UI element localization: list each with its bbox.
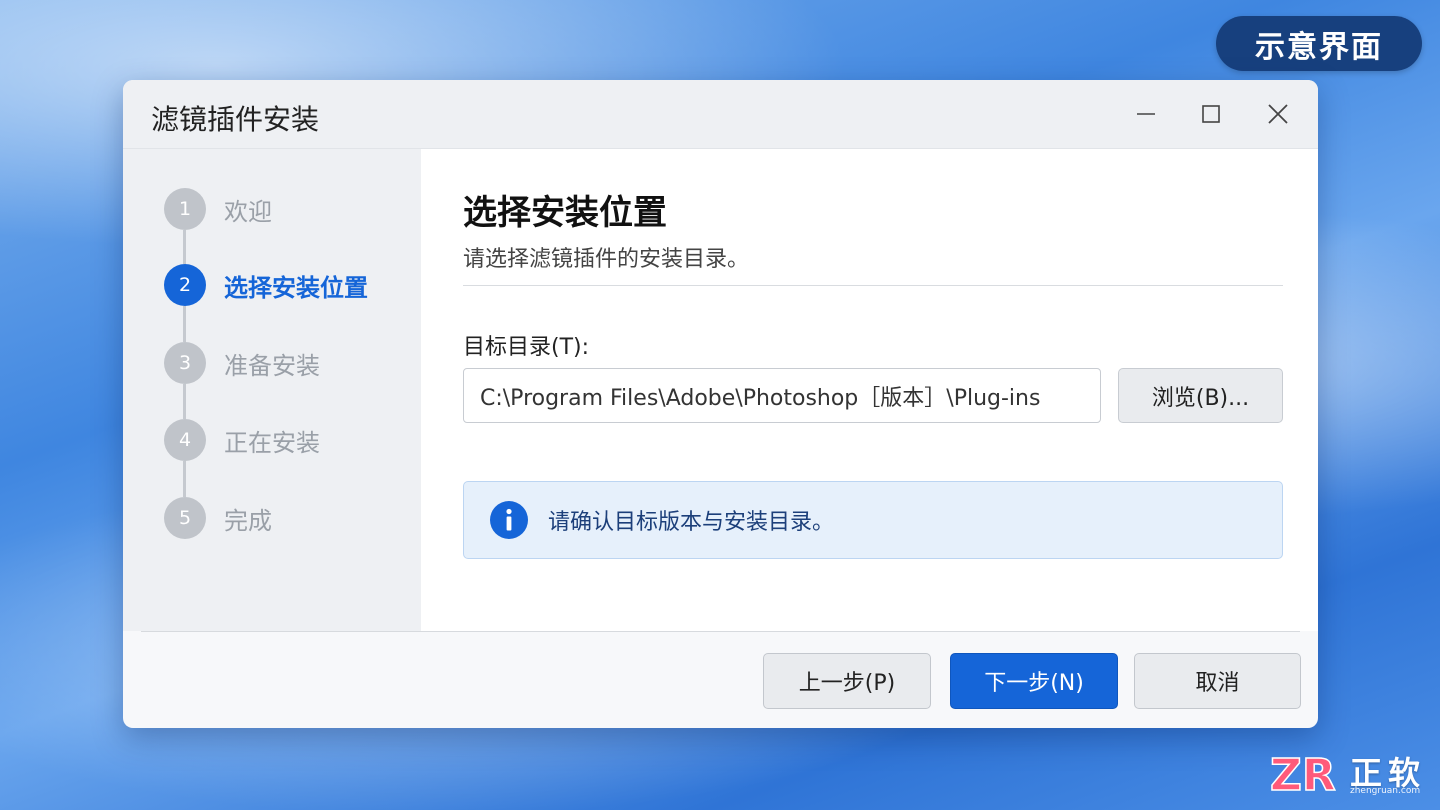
step-number: 5 — [164, 497, 206, 539]
step-number: 2 — [164, 264, 206, 306]
step-connector — [183, 384, 186, 419]
info-message: 请确认目标版本与安装目录。 — [463, 481, 1283, 559]
installer-window: 滤镜插件安装 1 欢迎 2 选择安装位置 3 准备安装 4 正在安装 5 完成 … — [123, 80, 1318, 728]
steps-sidebar: 1 欢迎 2 选择安装位置 3 准备安装 4 正在安装 5 完成 — [123, 149, 421, 631]
target-directory-label: 目标目录(T): — [463, 335, 590, 360]
step-label: 正在安装 — [224, 428, 320, 457]
step-connector — [183, 230, 186, 264]
step-number: 1 — [164, 188, 206, 230]
back-button[interactable]: 上一步(P) — [763, 653, 931, 709]
zr-logo-icon: ZR — [1270, 750, 1337, 798]
footer-divider — [141, 631, 1300, 632]
step-prepare: 3 准备安装 — [164, 342, 320, 384]
cancel-button[interactable]: 取消 — [1134, 653, 1301, 709]
minimize-icon — [1137, 113, 1155, 115]
close-button[interactable] — [1258, 98, 1298, 130]
info-text: 请确认目标版本与安装目录。 — [548, 510, 835, 535]
watermark-logo: ZR 正软 zhengruan.com — [1270, 748, 1430, 800]
info-icon — [490, 501, 528, 539]
step-label: 完成 — [224, 506, 272, 535]
maximize-icon — [1202, 105, 1220, 123]
browse-button[interactable]: 浏览(B)... — [1118, 368, 1283, 423]
step-connector — [183, 306, 186, 342]
step-finish: 5 完成 — [164, 497, 272, 539]
minimize-button[interactable] — [1126, 98, 1166, 130]
step-number: 3 — [164, 342, 206, 384]
next-button[interactable]: 下一步(N) — [950, 653, 1118, 709]
title-bar: 滤镜插件安装 — [123, 80, 1318, 149]
demo-badge: 示意界面 — [1216, 16, 1422, 71]
close-icon — [1268, 104, 1288, 124]
logo-mark: ZR — [1270, 750, 1336, 798]
step-connector — [183, 461, 186, 497]
step-label: 欢迎 — [224, 197, 272, 226]
maximize-button[interactable] — [1191, 98, 1231, 130]
target-directory-input[interactable]: C:\Program Files\Adobe\Photoshop［版本］\Plu… — [463, 368, 1101, 423]
page-subtitle: 请选择滤镜插件的安装目录。 — [463, 247, 750, 272]
step-label: 选择安装位置 — [224, 273, 368, 302]
window-title: 滤镜插件安装 — [151, 103, 320, 136]
logo-subtext: zhengruan.com — [1350, 786, 1421, 796]
divider — [463, 285, 1283, 286]
page-title: 选择安装位置 — [463, 193, 667, 233]
step-installing: 4 正在安装 — [164, 419, 320, 461]
step-welcome: 1 欢迎 — [164, 188, 272, 230]
content-panel: 选择安装位置 请选择滤镜插件的安装目录。 目标目录(T): C:\Program… — [421, 149, 1318, 631]
step-label: 准备安装 — [224, 351, 320, 380]
step-number: 4 — [164, 419, 206, 461]
step-choose-location: 2 选择安装位置 — [164, 264, 368, 306]
